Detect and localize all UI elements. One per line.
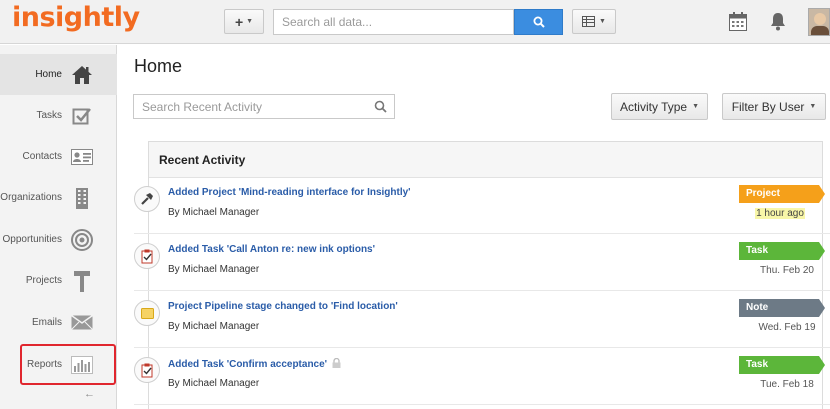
envelope-icon xyxy=(70,311,94,335)
hammer-icon xyxy=(70,269,94,293)
activity-row: Added Task 'Confirm acceptance' By Micha… xyxy=(134,348,830,405)
lock-icon xyxy=(332,358,341,368)
sidebar-item-label: Contacts xyxy=(22,151,62,162)
sidebar-item-tasks[interactable]: Tasks xyxy=(0,95,117,136)
top-bar: insightly + ▼ ▼ xyxy=(0,0,830,44)
hammer-icon xyxy=(134,186,160,212)
sidebar-item-contacts[interactable]: Contacts xyxy=(0,136,117,177)
sidebar-item-label: Tasks xyxy=(36,110,62,121)
activity-type-badge: Task xyxy=(739,356,825,374)
home-icon xyxy=(70,63,94,87)
note-icon xyxy=(134,300,160,326)
filter-by-user-dropdown[interactable]: Filter By User ▼ xyxy=(722,93,826,120)
building-icon xyxy=(70,186,94,210)
activity-timestamp: Thu. Feb 20 xyxy=(760,265,814,276)
activity-timestamp: Tue. Feb 18 xyxy=(760,379,814,390)
add-new-button[interactable]: + ▼ xyxy=(224,9,264,34)
chevron-down-icon: ▼ xyxy=(599,18,606,25)
sidebar-item-label: Home xyxy=(35,69,62,80)
target-icon xyxy=(70,228,94,252)
activity-title-link[interactable]: Project Pipeline stage changed to 'Find … xyxy=(168,301,398,312)
calendar-icon[interactable] xyxy=(729,12,747,31)
global-search-button[interactable] xyxy=(514,9,563,35)
activity-row: Project Pipeline stage changed to 'Find … xyxy=(134,291,830,348)
sidebar-item-reports[interactable]: Reports xyxy=(20,344,116,385)
sidebar-item-projects[interactable]: Projects xyxy=(0,260,117,301)
activity-title-link[interactable]: Added Task 'Confirm acceptance' xyxy=(168,358,341,370)
sidebar-item-label: Organizations xyxy=(0,192,62,203)
chevron-down-icon: ▼ xyxy=(692,103,700,110)
grid-view-icon xyxy=(582,16,596,27)
sidebar-item-emails[interactable]: Emails xyxy=(0,302,117,343)
search-icon xyxy=(533,16,545,28)
activity-author: By Michael Manager xyxy=(168,378,260,389)
sidebar-item-opportunities[interactable]: Opportunities xyxy=(0,219,117,260)
activity-timestamp: Wed. Feb 19 xyxy=(758,322,816,333)
filter-by-user-label: Filter By User xyxy=(731,99,805,114)
task-clipboard-icon xyxy=(134,357,160,383)
sidebar-item-label: Opportunities xyxy=(2,234,62,245)
search-icon[interactable] xyxy=(374,100,387,113)
insightly-logo[interactable]: insightly xyxy=(12,2,140,33)
panel-title: Recent Activity xyxy=(149,142,822,178)
global-search-input[interactable] xyxy=(273,9,514,35)
view-switcher-button[interactable]: ▼ xyxy=(572,9,616,34)
task-clipboard-icon xyxy=(134,243,160,269)
activity-type-badge: Project xyxy=(739,185,825,203)
activity-type-badge: Task xyxy=(739,242,825,260)
plus-icon: + xyxy=(234,13,244,30)
chevron-down-icon: ▼ xyxy=(809,103,817,110)
activity-row: Added Task 'Call Anton re: new ink optio… xyxy=(134,234,830,291)
sidebar-item-label: Projects xyxy=(25,275,62,286)
user-avatar[interactable] xyxy=(808,8,830,36)
bar-chart-icon xyxy=(70,353,94,377)
contact-card-icon xyxy=(70,145,94,169)
activity-type-label: Activity Type xyxy=(619,99,688,114)
chevron-down-icon: ▼ xyxy=(246,18,254,25)
activity-timestamp: 1 hour ago xyxy=(755,208,805,219)
activity-title-text: Added Task 'Confirm acceptance' xyxy=(168,359,328,370)
activity-type-dropdown[interactable]: Activity Type ▼ xyxy=(611,93,708,120)
activity-author: By Michael Manager xyxy=(168,321,260,332)
sidebar-item-label: Reports xyxy=(26,359,62,370)
activity-row: Added Project 'Mind-reading interface fo… xyxy=(134,177,830,234)
sidebar-nav: Home Tasks Contacts Organizations Opport… xyxy=(0,45,117,409)
activity-search-input[interactable] xyxy=(133,94,395,119)
activity-author: By Michael Manager xyxy=(168,264,260,275)
sidebar-item-label: Emails xyxy=(31,317,62,328)
sidebar-item-home[interactable]: Home xyxy=(0,54,117,95)
activity-type-badge: Note xyxy=(739,299,825,317)
activity-title-link[interactable]: Added Task 'Call Anton re: new ink optio… xyxy=(168,244,375,255)
bell-icon[interactable] xyxy=(770,12,786,31)
activity-title-link[interactable]: Added Project 'Mind-reading interface fo… xyxy=(168,187,411,198)
sidebar-item-organizations[interactable]: Organizations xyxy=(0,177,117,218)
collapse-sidebar-arrow-icon[interactable]: ← xyxy=(84,388,95,400)
tasks-checkbox-icon xyxy=(70,104,94,128)
activity-author: By Michael Manager xyxy=(168,207,260,218)
page-title: Home xyxy=(134,56,183,76)
